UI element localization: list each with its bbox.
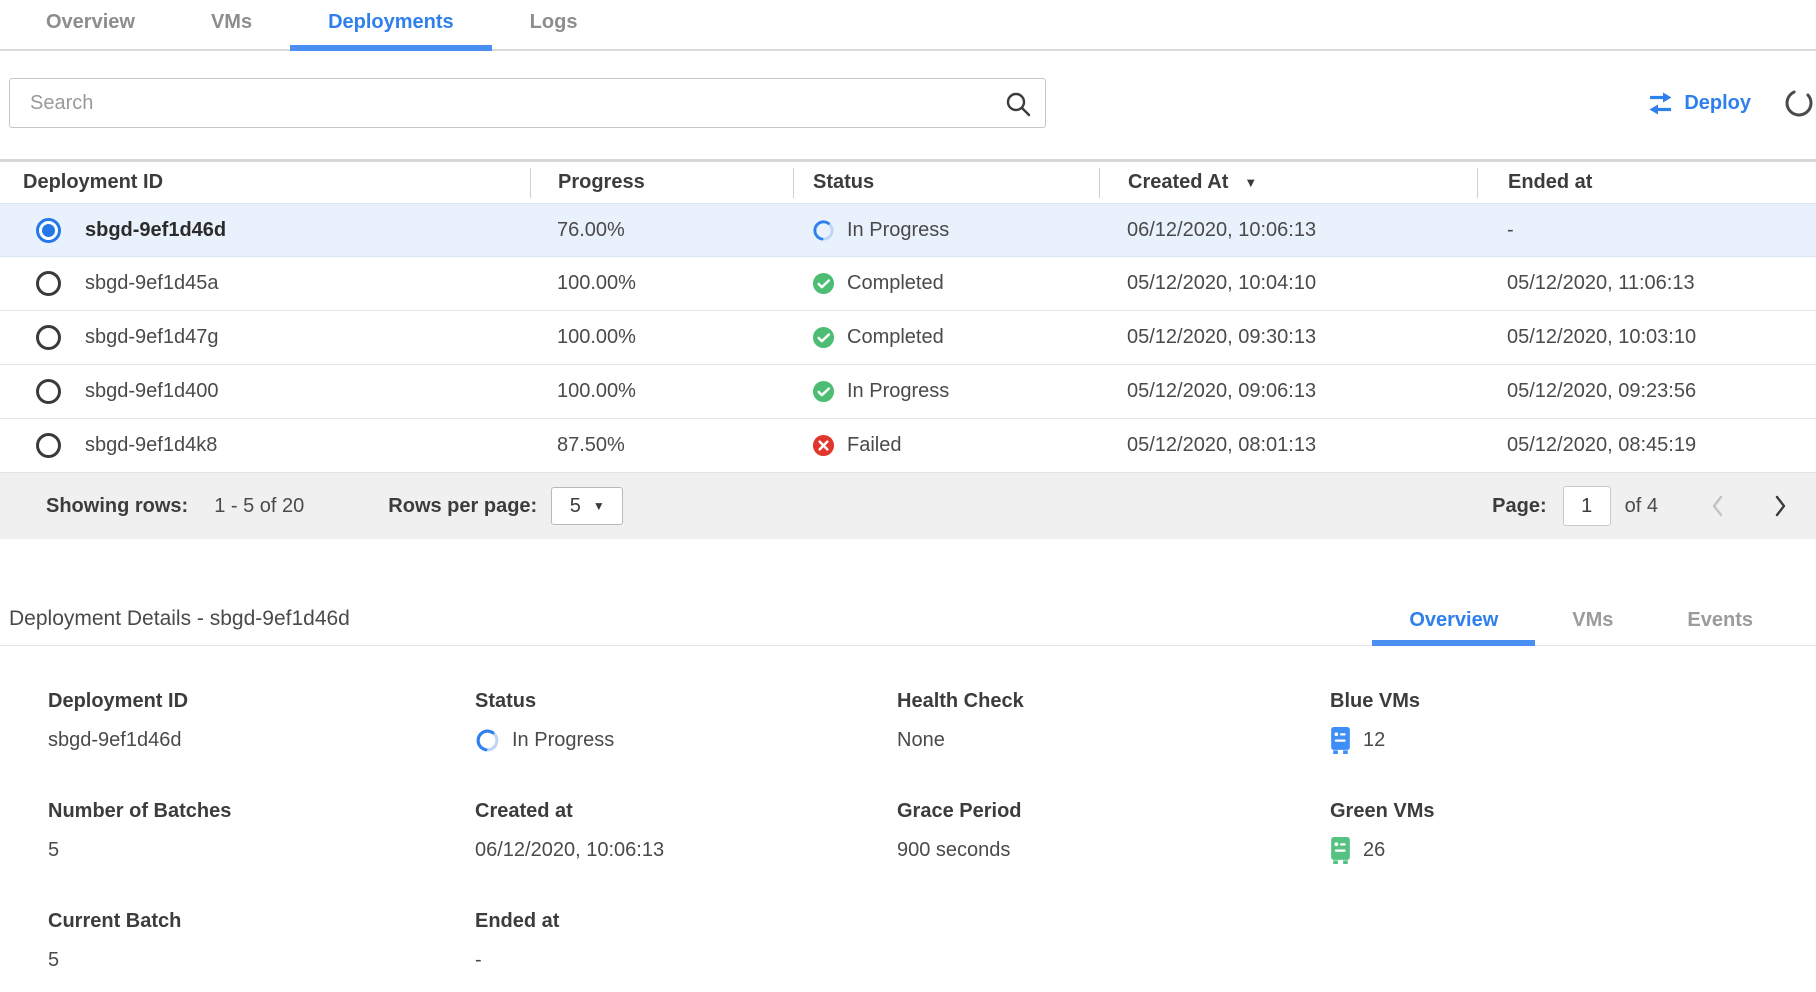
deployments-table: Deployment ID Progress Status Created At…: [0, 159, 1816, 539]
field-created-at: Created at 06/12/2020, 10:06:13: [475, 800, 897, 864]
showing-rows-label: Showing rows:: [46, 495, 188, 518]
status-label: In Progress: [847, 219, 949, 242]
field-blue-vms: Blue VMs 12: [1330, 690, 1816, 754]
page-number-input[interactable]: [1563, 486, 1611, 526]
table-row[interactable]: sbgd-9ef1d46d 76.00% In Progress 06/12/2…: [0, 203, 1816, 257]
field-current-batch: Current Batch 5: [48, 910, 475, 974]
status-check-icon: [812, 272, 835, 295]
swap-arrows-icon: [1647, 92, 1674, 115]
toolbar: Deploy: [0, 78, 1816, 128]
refresh-button[interactable]: [1783, 87, 1815, 119]
field-grace-period: Grace Period 900 seconds: [897, 800, 1330, 864]
details-header: Deployment Details - sbgd-9ef1d46d Overv…: [0, 607, 1816, 646]
created-at-value: 05/12/2020, 09:06:13: [1099, 380, 1477, 403]
details-tab-overview[interactable]: Overview: [1372, 609, 1535, 645]
next-page-button[interactable]: [1773, 494, 1788, 518]
top-tab-bar: Overview VMs Deployments Logs: [0, 0, 1816, 51]
table-header: Deployment ID Progress Status Created At…: [0, 159, 1816, 203]
deployment-id: sbgd-9ef1d45a: [85, 272, 218, 295]
details-grid: Deployment ID sbgd-9ef1d46d Status In Pr…: [0, 646, 1816, 992]
details-tab-vms[interactable]: VMs: [1535, 609, 1650, 645]
row-radio-selected[interactable]: [36, 218, 61, 243]
field-deployment-id: Deployment ID sbgd-9ef1d46d: [48, 690, 475, 754]
progress-value: 100.00%: [530, 380, 793, 403]
previous-page-button[interactable]: [1710, 494, 1725, 518]
table-row[interactable]: sbgd-9ef1d47g 100.00% Completed 05/12/20…: [0, 311, 1816, 365]
rows-per-page-label: Rows per page:: [388, 495, 537, 518]
created-at-value: 06/12/2020, 10:06:13: [1099, 219, 1477, 242]
deployment-id: sbgd-9ef1d46d: [85, 219, 226, 242]
row-radio[interactable]: [36, 379, 61, 404]
status-label: Completed: [847, 326, 944, 349]
rows-per-page-select[interactable]: 5 ▼: [551, 487, 623, 525]
created-at-value: 05/12/2020, 09:30:13: [1099, 326, 1477, 349]
created-at-value: 05/12/2020, 08:01:13: [1099, 434, 1477, 457]
sort-desc-icon[interactable]: ▼: [1244, 175, 1257, 190]
progress-value: 100.00%: [530, 272, 793, 295]
col-deployment-id: Deployment ID: [0, 168, 530, 198]
status-spinner-icon: [812, 219, 835, 242]
tab-deployments[interactable]: Deployments: [290, 11, 492, 49]
server-blue-icon: [1330, 727, 1351, 754]
col-ended-at: Ended at: [1477, 168, 1816, 198]
table-row[interactable]: sbgd-9ef1d45a 100.00% Completed 05/12/20…: [0, 257, 1816, 311]
status-failed-icon: [812, 434, 835, 457]
deployment-id: sbgd-9ef1d4k8: [85, 434, 217, 457]
details-title: Deployment Details - sbgd-9ef1d46d: [0, 607, 350, 645]
status-check-icon: [812, 380, 835, 403]
row-radio[interactable]: [36, 271, 61, 296]
table-row[interactable]: sbgd-9ef1d4k8 87.50% Failed 05/12/2020, …: [0, 419, 1816, 473]
col-created-at[interactable]: Created At ▼: [1099, 168, 1477, 198]
server-green-icon: [1330, 837, 1351, 864]
created-at-value: 05/12/2020, 10:04:10: [1099, 272, 1477, 295]
deploy-button-label: Deploy: [1684, 92, 1751, 115]
row-radio[interactable]: [36, 325, 61, 350]
search-box: [9, 78, 1046, 128]
status-label: Completed: [847, 272, 944, 295]
tab-overview[interactable]: Overview: [8, 11, 173, 49]
ended-at-value: 05/12/2020, 08:45:19: [1477, 434, 1816, 457]
deployment-id: sbgd-9ef1d47g: [85, 326, 218, 349]
deploy-button[interactable]: Deploy: [1647, 92, 1751, 115]
rows-per-page-value: 5: [570, 495, 581, 518]
search-input[interactable]: [10, 79, 1045, 127]
ended-at-value: 05/12/2020, 11:06:13: [1477, 272, 1816, 295]
table-row[interactable]: sbgd-9ef1d400 100.00% In Progress 05/12/…: [0, 365, 1816, 419]
ended-at-value: -: [1477, 219, 1816, 242]
page-label: Page:: [1492, 495, 1546, 518]
table-pagination-footer: Showing rows: 1 - 5 of 20 Rows per page:…: [0, 473, 1816, 539]
ended-at-value: 05/12/2020, 09:23:56: [1477, 380, 1816, 403]
progress-value: 87.50%: [530, 434, 793, 457]
search-icon: [1004, 90, 1032, 123]
field-health-check: Health Check None: [897, 690, 1330, 754]
field-number-of-batches: Number of Batches 5: [48, 800, 475, 864]
status-spinner-icon: [475, 728, 500, 753]
col-progress: Progress: [530, 168, 793, 198]
caret-down-icon: ▼: [593, 499, 605, 513]
deployment-id: sbgd-9ef1d400: [85, 380, 218, 403]
chevron-left-icon: [1710, 494, 1725, 518]
details-tab-events[interactable]: Events: [1650, 609, 1790, 645]
status-label: In Progress: [847, 380, 949, 403]
field-ended-at: Ended at -: [475, 910, 897, 974]
status-check-icon: [812, 326, 835, 349]
progress-value: 76.00%: [530, 219, 793, 242]
chevron-right-icon: [1773, 494, 1788, 518]
field-status: Status In Progress: [475, 690, 897, 754]
tab-vms[interactable]: VMs: [173, 11, 290, 49]
details-tab-bar: Overview VMs Events: [1372, 609, 1816, 645]
toolbar-actions: Deploy: [1647, 87, 1816, 119]
ended-at-value: 05/12/2020, 10:03:10: [1477, 326, 1816, 349]
page-total: of 4: [1625, 495, 1658, 518]
col-status: Status: [793, 168, 1099, 198]
pagination-controls: Page: of 4: [1492, 486, 1816, 526]
status-label: Failed: [847, 434, 901, 457]
row-radio[interactable]: [36, 433, 61, 458]
tab-logs[interactable]: Logs: [492, 11, 616, 49]
showing-rows-value: 1 - 5 of 20: [214, 495, 304, 518]
field-green-vms: Green VMs 26: [1330, 800, 1816, 864]
progress-value: 100.00%: [530, 326, 793, 349]
refresh-icon: [1783, 87, 1815, 119]
